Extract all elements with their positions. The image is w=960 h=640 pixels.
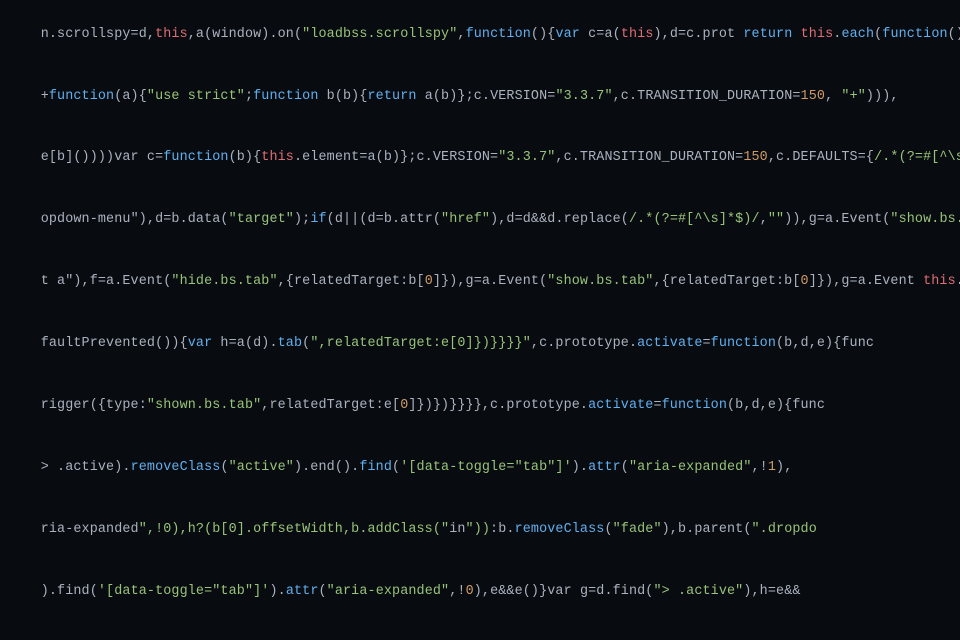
code-line: > .active).removeClass("active").end().f… xyxy=(0,437,960,499)
code-line: +function(a){"use strict";function b(b){… xyxy=(0,66,960,128)
code-line: rigger({type:"shown.bs.tab",relatedTarge… xyxy=(0,376,960,438)
code-line: ).find('[data-toggle="tab"]').attr("aria… xyxy=(0,561,960,623)
code-line: opdown-menu"),d=b.data("target");if(d||(… xyxy=(0,190,960,252)
code-line: ria-expanded",!0),h?(b[0].offsetWidth,b.… xyxy=(0,499,960,561)
code-line: t a"),f=a.Event("hide.bs.tab",{relatedTa… xyxy=(0,252,960,314)
code-line: e[b]())))var c=function(b){this.element=… xyxy=(0,128,960,190)
code-editor: n.scrollspy=d,this,a(window).on("loadbss… xyxy=(0,0,960,640)
code-line: n.scrollspy=d,this,a(window).on("loadbss… xyxy=(0,4,960,66)
code-line: e")||!!d.find("> .fade").length);g.lengt… xyxy=(0,623,960,640)
code-line: faultPrevented()){var h=a(d).tab(",relat… xyxy=(0,314,960,376)
